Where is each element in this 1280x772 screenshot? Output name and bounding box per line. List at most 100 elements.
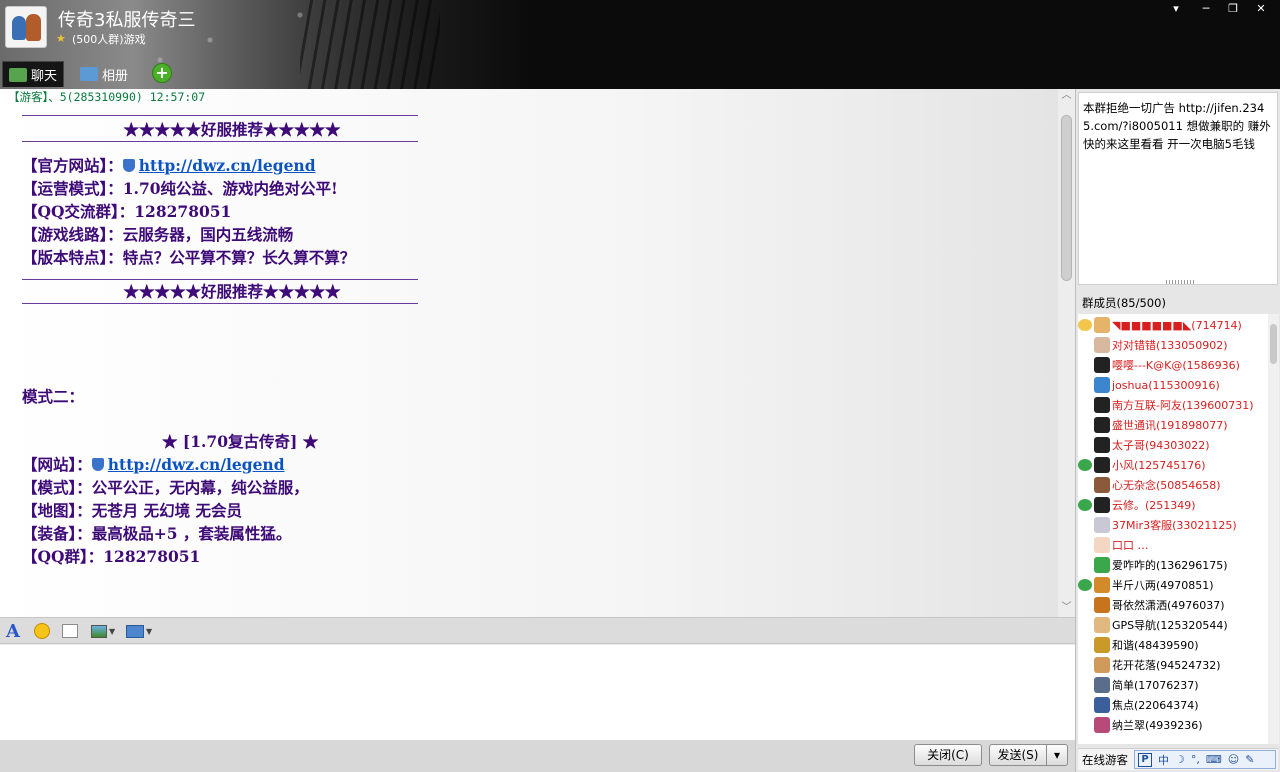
member-row[interactable]: 盛世通讯(191898077) (1078, 415, 1268, 435)
tab-chat[interactable]: 聊天 (2, 61, 65, 87)
member-avatar-icon (1094, 357, 1110, 373)
member-status-icon (1078, 679, 1092, 691)
send-options-button[interactable]: ▾ (1046, 744, 1068, 766)
member-avatar-icon (1094, 717, 1110, 733)
magic-text-button[interactable] (62, 622, 78, 640)
member-name: GPS导航(125320544) (1112, 619, 1228, 632)
scrollbar-thumb[interactable] (1061, 115, 1072, 281)
ime-mode[interactable]: 中 (1158, 752, 1169, 768)
maximize-button[interactable]: ❐ (1222, 2, 1244, 16)
resize-grip[interactable] (1166, 280, 1196, 284)
close-window-button[interactable]: ✕ (1250, 2, 1272, 16)
info-label: 【网站】： (22, 455, 92, 474)
group-subtitle: (500人群)游戏 (72, 33, 146, 46)
info-line: 【运营模式】：1.70纯公益、游戏内绝对公平! (22, 177, 442, 200)
tab-album[interactable]: 相册 (74, 61, 134, 87)
info-line: 【模式】：公平公正，无内幕，纯公益服， (22, 476, 442, 499)
bottom-bar: 关闭(C) 发送(S) ▾ (0, 740, 1075, 772)
keyboard-icon[interactable]: ⌨ (1206, 753, 1222, 766)
member-avatar-icon (1094, 497, 1110, 513)
font-button[interactable]: A (6, 621, 20, 642)
member-avatar-icon (1094, 397, 1110, 413)
member-status-icon (1078, 379, 1092, 391)
emoji-button[interactable] (34, 622, 50, 640)
member-avatar-icon (1094, 657, 1110, 673)
member-status-icon (1078, 579, 1092, 591)
member-row[interactable]: 小风(125745176) (1078, 455, 1268, 475)
member-row[interactable]: 南方互联-阿友(139600731) (1078, 395, 1268, 415)
member-row[interactable]: 心无杂念(50854658) (1078, 475, 1268, 495)
member-row[interactable]: 半斤八两(4970851) (1078, 575, 1268, 595)
divider (22, 115, 418, 116)
member-row[interactable]: 和谐(48439590) (1078, 635, 1268, 655)
member-name: 哥依然潇洒(4976037) (1112, 599, 1225, 612)
chat-message-area[interactable]: 【游客】、5(285310990) 12:57:07 ★★★★★好服推荐★★★★… (0, 89, 1058, 617)
member-name: joshua(115300916) (1112, 378, 1220, 392)
member-row[interactable]: 焦点(22064374) (1078, 695, 1268, 715)
close-button[interactable]: 关闭(C) (914, 744, 982, 766)
member-row[interactable]: 哥依然潇洒(4976037) (1078, 595, 1268, 615)
send-button[interactable]: 发送(S) (989, 744, 1047, 766)
member-row[interactable]: 花开花落(94524732) (1078, 655, 1268, 675)
chat-icon (9, 67, 27, 82)
scroll-down-icon[interactable]: ﹀ (1058, 601, 1075, 615)
member-list[interactable]: ◥■■■■■■◣(714714) 对对错错(133050902) 嘤嘤---K@K@… (1078, 314, 1268, 744)
mode-heading: ★ [1.70复古传奇] ★ (162, 432, 319, 451)
member-name: 纳兰翠(4939236) (1112, 719, 1203, 732)
info-value: 无苍月 无幻境 无会员 (91, 501, 243, 520)
member-row[interactable]: 纳兰翠(4939236) (1078, 715, 1268, 735)
info-line: 【游戏线路】：云服务器，国内五线流畅 (22, 223, 442, 246)
member-row[interactable]: 云修。(251349) (1078, 495, 1268, 515)
member-row[interactable]: 简单(17076237) (1078, 675, 1268, 695)
member-name: 太子哥(94303022) (1112, 439, 1210, 452)
member-name: 小风(125745176) (1112, 459, 1206, 472)
member-name: 和谐(48439590) (1112, 639, 1199, 652)
input-method-bar[interactable]: P 中 ☽ °, ⌨ ☺ ✎ (1134, 750, 1276, 769)
info-label: 【QQ交流群】： (22, 202, 135, 221)
member-name: ◥■■■■■■◣(714714) (1112, 318, 1242, 332)
info-label: 【模式】： (22, 478, 92, 497)
info-label: 【运营模式】： (22, 179, 123, 198)
member-status-icon (1078, 419, 1092, 431)
screenshot-icon (126, 624, 144, 638)
member-row[interactable]: 太子哥(94303022) (1078, 435, 1268, 455)
screenshot-button[interactable]: ▼ (126, 622, 152, 640)
member-avatar-icon (1094, 577, 1110, 593)
moon-icon[interactable]: ☽ (1175, 753, 1185, 766)
send-image-button[interactable]: ▼ (91, 622, 115, 640)
member-row[interactable]: joshua(115300916) (1078, 375, 1268, 395)
add-tab-button[interactable]: + (152, 63, 172, 83)
group-avatar[interactable] (5, 6, 47, 48)
member-list-scrollbar[interactable] (1268, 314, 1279, 744)
message-input[interactable] (0, 645, 1075, 740)
member-name: 嘤嘤---K@K@(1586936) (1112, 359, 1240, 372)
smile-icon (34, 623, 50, 639)
info-value: 128278051 (103, 547, 201, 566)
website-link[interactable]: http://dwz.cn/legend (139, 156, 316, 175)
window-menu-button[interactable]: ▾ (1165, 2, 1187, 16)
user-icon[interactable]: ☺ (1228, 753, 1239, 766)
website-link[interactable]: http://dwz.cn/legend (108, 455, 285, 474)
chat-scrollbar[interactable]: ︿ ﹀ (1058, 89, 1075, 617)
minimize-button[interactable]: ─ (1195, 2, 1217, 16)
ime-logo-icon: P (1138, 752, 1152, 767)
member-row[interactable]: 37Mir3客服(33021125) (1078, 515, 1268, 535)
info-label: 【地图】： (22, 501, 92, 520)
member-avatar-icon (1094, 697, 1110, 713)
scroll-up-icon[interactable]: ︿ (1058, 89, 1075, 103)
member-row[interactable]: 口口 … (1078, 535, 1268, 555)
tab-chat-label: 聊天 (31, 69, 58, 84)
wrench-icon[interactable]: ✎ (1245, 753, 1254, 766)
member-row[interactable]: 爱咋咋的(136296175) (1078, 555, 1268, 575)
member-row[interactable]: ◥■■■■■■◣(714714) (1078, 315, 1268, 335)
member-name: 半斤八两(4970851) (1112, 579, 1214, 592)
punctuation-icon[interactable]: °, (1191, 753, 1200, 766)
scrollbar-thumb[interactable] (1270, 324, 1277, 364)
member-row[interactable]: 对对错错(133050902) (1078, 335, 1268, 355)
member-row[interactable]: GPS导航(125320544) (1078, 615, 1268, 635)
member-avatar-icon (1094, 377, 1110, 393)
member-row[interactable]: 嘤嘤---K@K@(1586936) (1078, 355, 1268, 375)
info-value: 特点？公平算不算？长久算不算？ (122, 248, 356, 267)
member-name: 南方互联-阿友(139600731) (1112, 399, 1254, 412)
info-value: 公平公正，无内幕，纯公益服， (91, 478, 309, 497)
